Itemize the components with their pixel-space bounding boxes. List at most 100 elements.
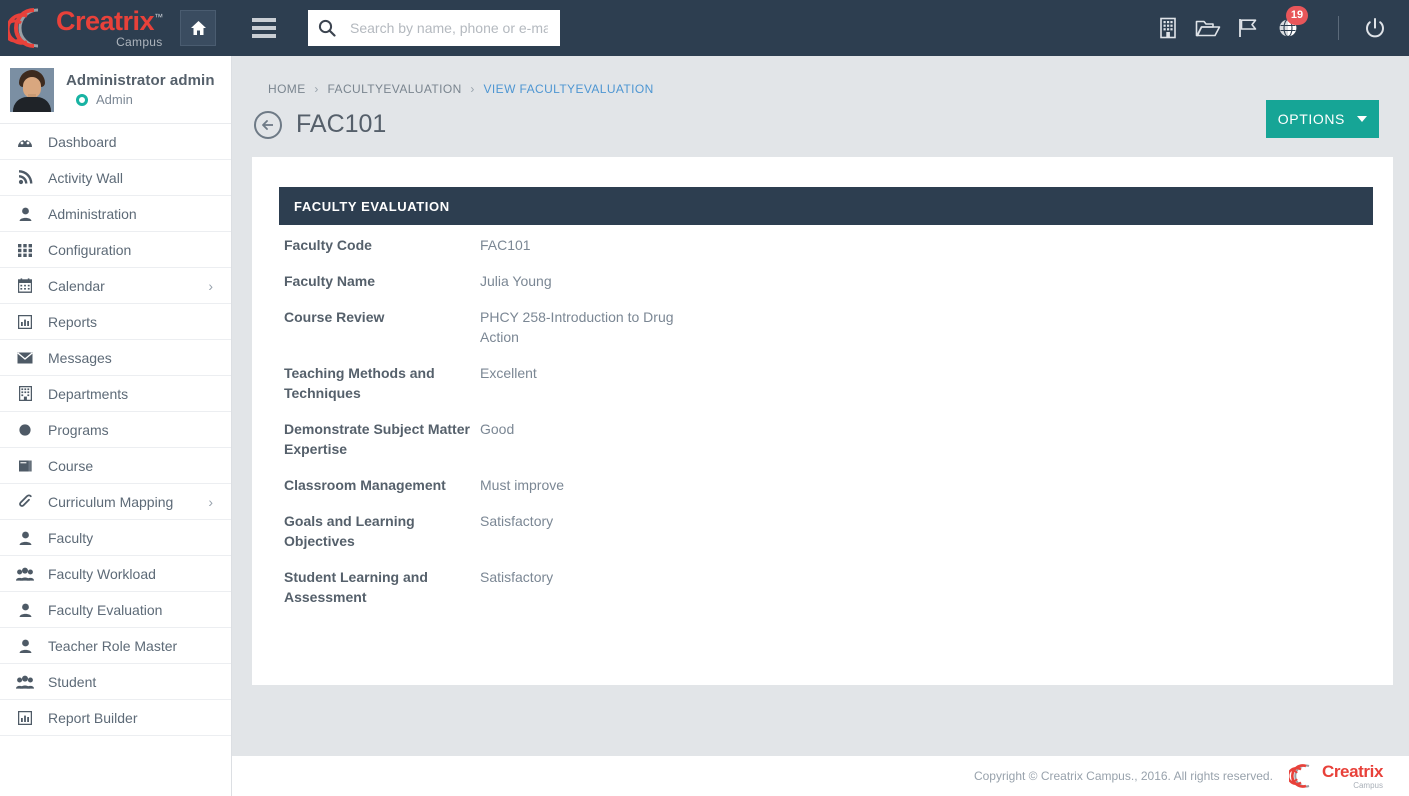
chevron-right-icon: ›: [208, 277, 213, 294]
page-footer: Copyright © Creatrix Campus., 2016. All …: [232, 756, 1409, 796]
detail-row: Faculty Code FAC101: [284, 235, 1373, 255]
user-profile-block[interactable]: Administrator admin Admin: [0, 56, 231, 124]
sidebar-item-label: Faculty Workload: [48, 565, 156, 582]
avatar: [10, 67, 54, 112]
grid-icon: [14, 243, 36, 257]
sidebar-item-label: Programs: [48, 421, 109, 438]
flag-icon: [1239, 19, 1257, 37]
options-button-label: OPTIONS: [1277, 111, 1345, 127]
detail-label: Classroom Management: [284, 477, 446, 493]
sidebar-item-label: Report Builder: [48, 709, 138, 726]
menu-toggle-button[interactable]: [242, 8, 286, 48]
circle-icon: [14, 423, 36, 437]
sidebar-item-configuration[interactable]: Configuration: [0, 232, 231, 268]
sidebar-item-report-builder[interactable]: Report Builder: [0, 700, 231, 736]
breadcrumb: HOME › FACULTYEVALUATION › VIEW FACULTYE…: [232, 56, 1409, 96]
breadcrumb-current: VIEW FACULTYEVALUATION: [483, 82, 654, 96]
card-header-title: FACULTY EVALUATION: [294, 198, 450, 214]
detail-row: Demonstrate Subject Matter Expertise Goo…: [284, 419, 1373, 459]
sidebar-item-label: Course: [48, 457, 94, 474]
detail-row: Student Learning and Assessment Satisfac…: [284, 567, 1373, 607]
sidebar-item-reports[interactable]: Reports: [0, 304, 231, 340]
faculty-evaluation-card: FACULTY EVALUATION Faculty Code FAC101 F…: [252, 157, 1393, 685]
sidebar-item-label: Faculty: [48, 529, 94, 546]
profile-role-label: Admin: [96, 92, 133, 107]
breadcrumb-separator: ›: [470, 82, 475, 96]
envelope-icon: [14, 351, 36, 364]
bar-chart-icon: [14, 314, 36, 329]
sidebar-item-label: Messages: [48, 349, 112, 366]
breadcrumb-home[interactable]: HOME: [268, 82, 306, 96]
sidebar-item-label: Reports: [48, 313, 98, 330]
building-icon-button[interactable]: [1148, 0, 1188, 56]
power-icon: [1366, 18, 1384, 38]
detail-label: Goals and Learning Objectives: [284, 513, 415, 549]
search-input[interactable]: [348, 19, 550, 37]
sidebar-item-administration[interactable]: Administration: [0, 196, 231, 232]
paperclip-icon: [14, 494, 36, 509]
user-icon: [14, 207, 36, 221]
sidebar-item-curriculum-mapping[interactable]: Curriculum Mapping ›: [0, 484, 231, 520]
users-icon: [14, 675, 36, 689]
detail-label: Demonstrate Subject Matter Expertise: [284, 421, 470, 457]
topbar-icon-group: 19: [1148, 0, 1409, 56]
footer-brand-name: Creatrix: [1321, 761, 1383, 781]
brand-wordmark: Creatrix™ Campus: [56, 6, 163, 49]
building-icon: [14, 386, 36, 401]
folder-icon-button[interactable]: [1188, 0, 1228, 56]
bar-chart-icon: [14, 710, 36, 725]
detail-value: Satisfactory: [480, 569, 554, 585]
sidebar-item-label: Activity Wall: [48, 169, 123, 186]
sidebar-item-faculty[interactable]: Faculty: [0, 520, 231, 556]
breadcrumb-section[interactable]: FACULTYEVALUATION: [327, 82, 461, 96]
sidebar-item-label: Calendar: [48, 277, 105, 294]
top-navigation-bar: Creatrix™ Campus Search by name, phone o…: [0, 0, 1409, 56]
sidebar-item-faculty-evaluation[interactable]: Faculty Evaluation: [0, 592, 231, 628]
sidebar-item-teacher-role-master[interactable]: Teacher Role Master: [0, 628, 231, 664]
logout-button[interactable]: [1355, 0, 1395, 56]
home-button[interactable]: [180, 10, 216, 46]
main-content-area: HOME › FACULTYEVALUATION › VIEW FACULTYE…: [232, 56, 1409, 796]
hamburger-icon: [252, 18, 276, 22]
brand-name-text: Creatrix: [56, 6, 155, 36]
detail-label: Faculty Code: [284, 237, 372, 253]
sidebar-item-activity-wall[interactable]: Activity Wall: [0, 160, 231, 196]
page-title: FAC101: [296, 110, 387, 138]
detail-rows: Faculty Code FAC101 Faculty Name Julia Y…: [284, 235, 1373, 623]
flag-icon-button[interactable]: [1228, 0, 1268, 56]
sidebar-item-course[interactable]: Course: [0, 448, 231, 484]
sidebar-item-student[interactable]: Student: [0, 664, 231, 700]
status-ring-icon: [76, 93, 88, 106]
brand-logo[interactable]: Creatrix™ Campus: [0, 0, 170, 56]
sidebar-item-faculty-workload[interactable]: Faculty Workload: [0, 556, 231, 592]
detail-value: Satisfactory: [480, 513, 554, 529]
search-box[interactable]: [308, 10, 560, 46]
detail-value: Excellent: [480, 365, 537, 381]
detail-row: Goals and Learning Objectives Satisfacto…: [284, 511, 1373, 551]
detail-value: PHCY 258-Introduction to Drug Action: [480, 309, 674, 345]
notifications-button[interactable]: 19: [1268, 0, 1308, 56]
creatrix-logo-icon: [1288, 764, 1310, 788]
sidebar-item-messages[interactable]: Messages: [0, 340, 231, 376]
sidebar-item-label: Teacher Role Master: [48, 637, 178, 654]
back-button[interactable]: [254, 110, 282, 139]
sidebar-item-label: Dashboard: [48, 133, 117, 150]
profile-text: Administrator admin Admin: [66, 72, 215, 107]
profile-name: Administrator admin: [66, 72, 215, 89]
hamburger-icon: [252, 34, 276, 38]
sidebar-item-dashboard[interactable]: Dashboard: [0, 124, 231, 160]
footer-logo: Creatrix Campus: [1288, 761, 1383, 790]
sidebar-item-label: Student: [48, 673, 97, 690]
sidebar-item-departments[interactable]: Departments: [0, 376, 231, 412]
user-icon: [14, 639, 36, 653]
detail-row: Course Review PHCY 258-Introduction to D…: [284, 307, 1373, 347]
detail-value: Must improve: [480, 477, 565, 493]
detail-row: Classroom Management Must improve: [284, 475, 1373, 495]
sidebar-item-calendar[interactable]: Calendar ›: [0, 268, 231, 304]
detail-label: Teaching Methods and Techniques: [284, 365, 435, 401]
sidebar-item-label: Administration: [48, 205, 137, 222]
options-button[interactable]: OPTIONS: [1265, 100, 1379, 138]
sidebar-item-programs[interactable]: Programs: [0, 412, 231, 448]
breadcrumb-separator: ›: [314, 82, 319, 96]
detail-value: Julia Young: [480, 273, 552, 289]
